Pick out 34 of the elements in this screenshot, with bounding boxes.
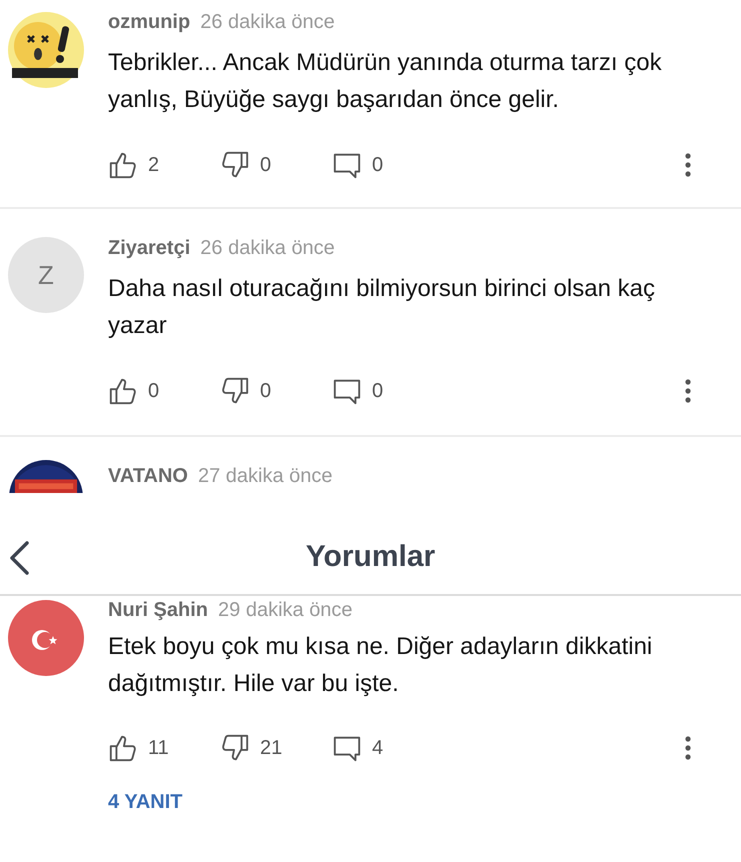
reply-count: 0 <box>372 380 384 402</box>
dislike-count: 0 <box>260 154 272 176</box>
comment-time: 26 dakika önce <box>200 236 335 260</box>
thumbs-down-icon[interactable] <box>220 376 250 406</box>
thumbs-up-icon[interactable] <box>108 733 138 763</box>
avatar-letter: Z <box>8 237 84 313</box>
more-options-icon[interactable] <box>685 736 691 760</box>
thumbs-down-icon[interactable] <box>220 733 250 763</box>
like-count: 0 <box>148 380 160 402</box>
page-title: Yorumlar <box>306 540 436 574</box>
back-icon[interactable] <box>8 540 30 576</box>
thumbs-up-icon[interactable] <box>108 150 138 180</box>
replies-link[interactable]: 4 YANIT <box>108 791 182 814</box>
reply-count: 0 <box>372 154 384 176</box>
author-name[interactable]: Ziyaretçi <box>108 236 190 260</box>
comment-time: 27 dakika önce <box>198 464 333 488</box>
author-name[interactable]: VATANO <box>108 464 188 488</box>
comment-text: Tebrikler... Ancak Müdürün yanında oturma tarzı çok yanlış, Büyüğe saygı başarıdan önce gelir. <box>108 48 663 115</box>
dislike-count: 0 <box>260 380 272 402</box>
more-options-icon[interactable] <box>685 153 691 177</box>
more-options-icon[interactable] <box>685 379 691 403</box>
like-count: 2 <box>148 154 160 176</box>
comment-text: Etek boyu çok mu kısa ne. Diğer adayların dikkatini dağıtmıştır. Hile var bu işte. <box>108 632 654 699</box>
author-name[interactable]: ozmunip <box>108 10 190 34</box>
thumbs-up-icon[interactable] <box>108 376 138 406</box>
comment-text: Daha nasıl oturacağını bilmiyorsun birinci olsan kaç yazar <box>108 274 656 341</box>
author-name[interactable]: Nuri Şahin <box>108 598 208 622</box>
flag-avatar-icon <box>8 600 84 676</box>
like-count: 11 <box>148 736 169 760</box>
reply-count: 4 <box>372 736 384 760</box>
thumbs-down-icon[interactable] <box>220 150 250 180</box>
dislike-count: 21 <box>260 736 282 760</box>
comment-time: 29 dakika önce <box>218 598 353 622</box>
comment-time: 26 dakika önce <box>200 10 335 34</box>
